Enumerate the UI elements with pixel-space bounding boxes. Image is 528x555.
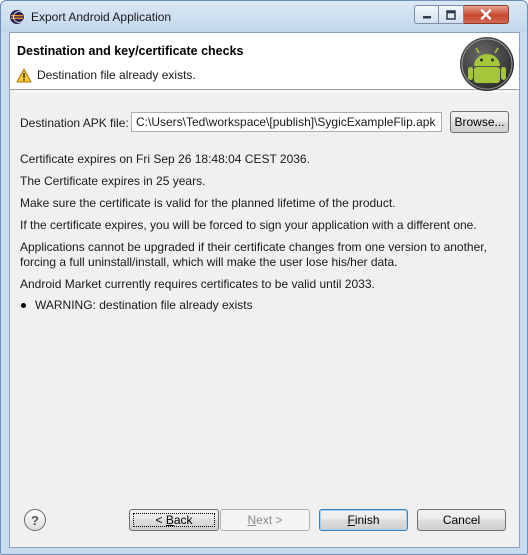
upgrade-warning-text-line2: forcing a full uninstall/install, which … <box>20 255 398 269</box>
certificate-lifetime-text: The Certificate expires in 25 years. <box>20 174 206 188</box>
next-button[interactable]: Next > <box>220 509 310 531</box>
market-requirement-text: Android Market currently requires certif… <box>20 277 375 291</box>
next-mnemonic: N <box>247 513 257 527</box>
destination-apk-label: Destination APK file: <box>20 116 129 130</box>
upgrade-warning-text-line1: Applications cannot be upgraded if their… <box>20 240 487 254</box>
expiry-consequence-text: If the certificate expires, you will be … <box>20 218 477 232</box>
help-icon[interactable]: ? <box>24 509 46 531</box>
finish-mnemonic: F <box>347 513 355 527</box>
warning-icon <box>16 68 32 83</box>
title-bar[interactable]: Export Android Application <box>1 1 527 32</box>
certificate-expiry-text: Certificate expires on Fri Sep 26 18:48:… <box>20 152 310 166</box>
destination-apk-input[interactable]: C:\Users\Ted\workspace\[publish]\SygicEx… <box>131 112 442 132</box>
android-logo <box>460 37 514 91</box>
next-label: ext > <box>256 513 283 527</box>
wizard-header: Destination and key/certificate checks D… <box>10 33 519 91</box>
help-glyph: ? <box>31 512 39 528</box>
window-title: Export Android Application <box>31 10 172 24</box>
page-title: Destination and key/certificate checks <box>17 44 244 58</box>
minimize-icon <box>422 15 431 18</box>
cancel-button[interactable]: Cancel <box>417 509 506 531</box>
destination-exists-warning: WARNING: destination file already exists <box>35 298 253 312</box>
maximize-icon <box>446 9 456 20</box>
back-prefix: < <box>155 513 166 527</box>
validity-advice-text: Make sure the certificate is valid for t… <box>20 196 396 210</box>
dialog-window: Export Android Application Destination a… <box>0 0 528 555</box>
close-icon <box>480 9 492 20</box>
back-mnemonic: B <box>165 513 174 527</box>
header-separator <box>10 91 519 93</box>
finish-button[interactable]: Finish <box>319 509 408 531</box>
close-button[interactable] <box>464 5 509 24</box>
finish-label: inish <box>354 513 380 527</box>
back-label: ack <box>173 513 193 527</box>
dialog-body: Destination and key/certificate checks D… <box>9 32 520 548</box>
eclipse-icon <box>10 10 25 24</box>
bullet-marker <box>21 303 26 308</box>
minimize-button[interactable] <box>414 5 439 24</box>
browse-button[interactable]: Browse... <box>450 111 509 133</box>
back-button[interactable]: < Back <box>129 509 219 531</box>
header-message: Destination file already exists. <box>37 68 196 82</box>
maximize-button[interactable] <box>439 5 464 24</box>
